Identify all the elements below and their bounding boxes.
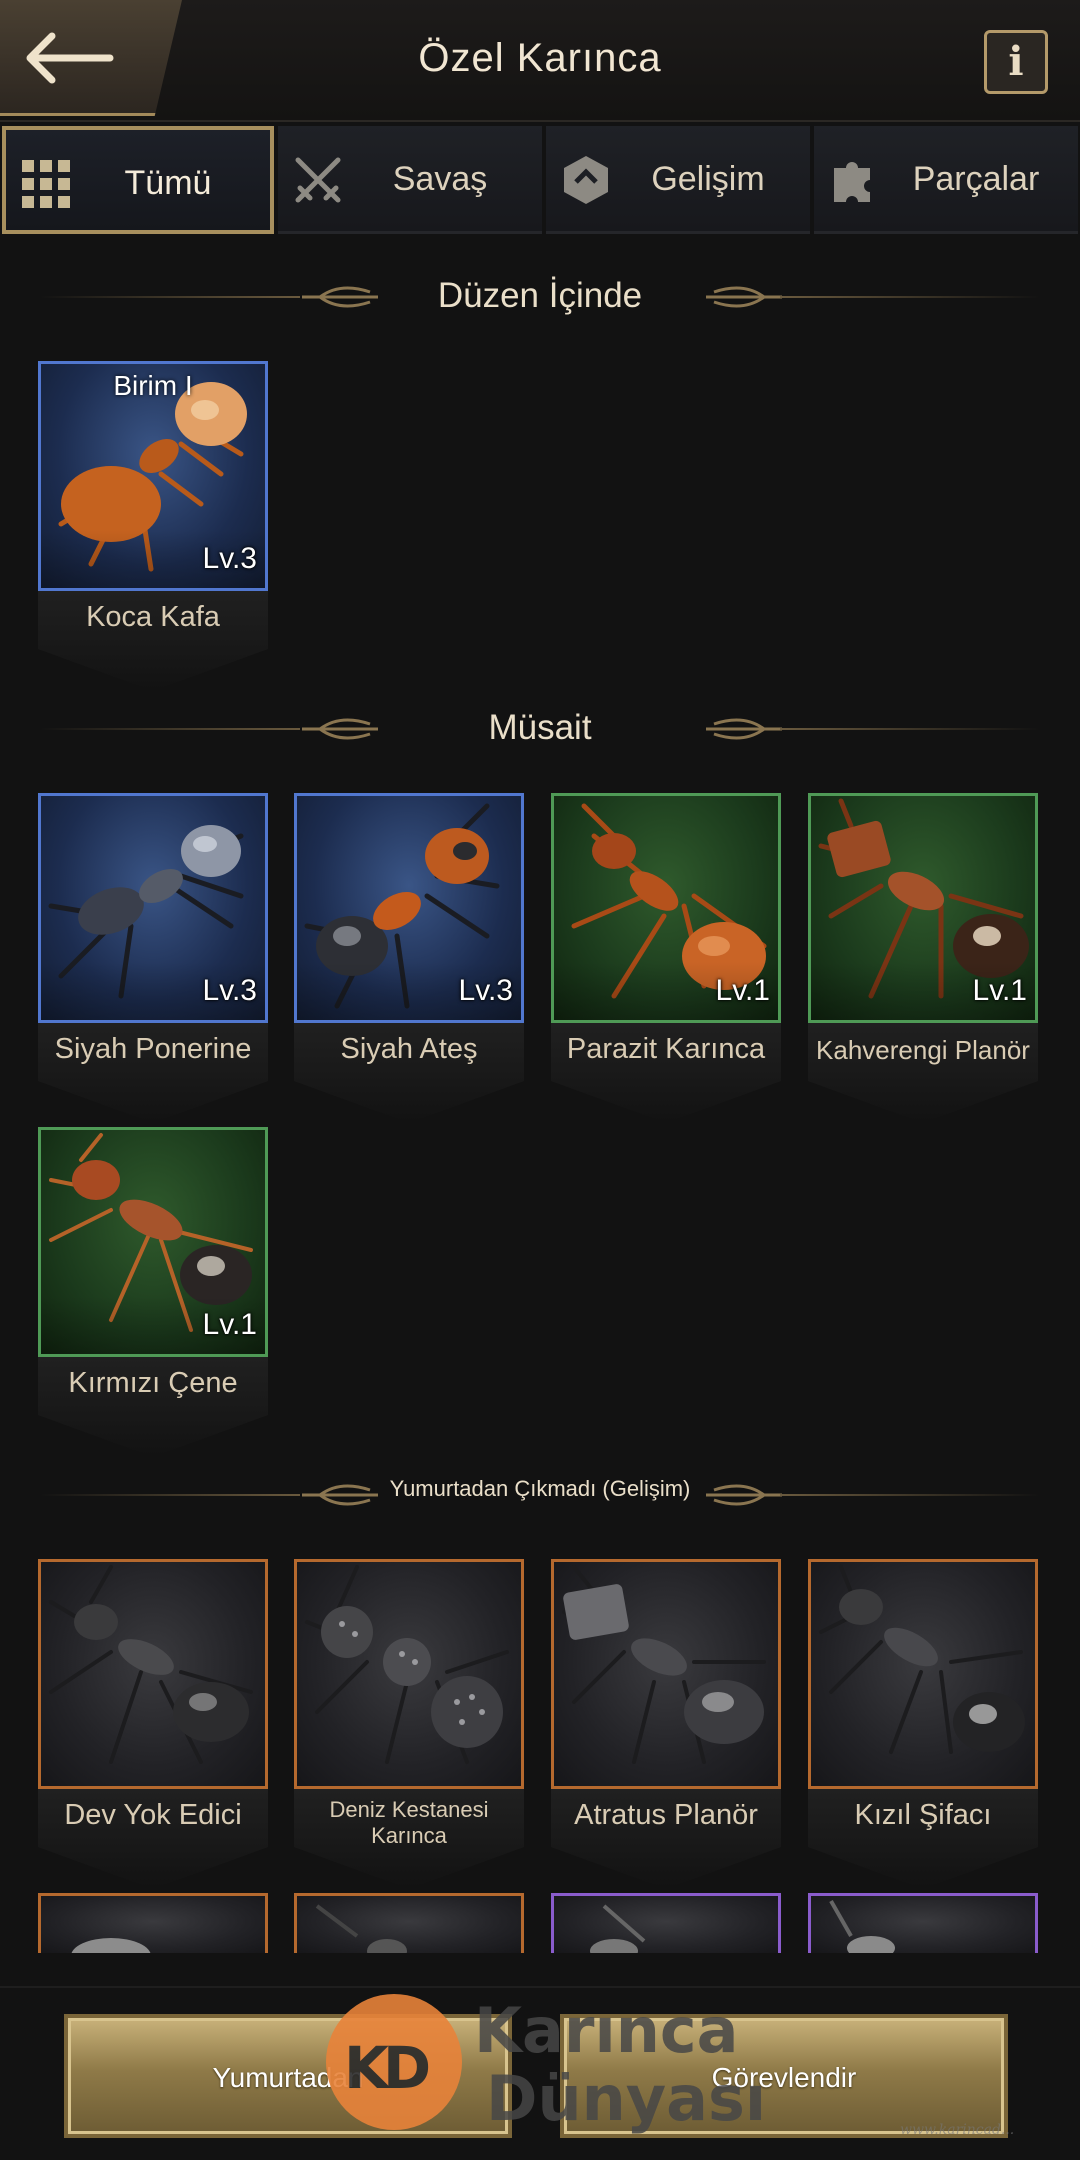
name-plate: Deniz Kestanesi Karınca (294, 1789, 524, 1889)
ant-name: Koca Kafa (86, 601, 220, 633)
ant-portrait: Lv.1 (808, 793, 1038, 1023)
name-plate: Kızıl Şifacı (808, 1789, 1038, 1889)
tab-development[interactable]: Gelişim (546, 126, 810, 234)
level-label: Lv.1 (715, 974, 770, 1007)
ant-portrait (38, 1893, 268, 1953)
ant-portrait: Lv.3 (294, 793, 524, 1023)
ant-card-koca-kafa[interactable]: Birim I Lv.3 Koca Kafa (38, 361, 268, 691)
watermark-url: www.karincad... (900, 2122, 1015, 2138)
ant-card-siyah-ponerine[interactable]: Lv.3 Siyah Ponerine (38, 793, 268, 1123)
ant-portrait (551, 1559, 781, 1789)
ant-card-partial[interactable] (808, 1893, 1038, 1953)
ant-image (49, 1565, 253, 1764)
name-plate: Atratus Planör (551, 1789, 781, 1889)
name-plate: Siyah Ponerine (38, 1023, 268, 1123)
ant-portrait (294, 1893, 524, 1953)
divider (780, 296, 1040, 298)
ant-card-siyah-ates[interactable]: Lv.3 Siyah Ateş (294, 793, 524, 1123)
leaf-ornament-icon (706, 286, 782, 308)
name-plate: Koca Kafa (38, 591, 268, 691)
ant-portrait: Lv.3 (38, 793, 268, 1023)
ant-card-kirmizi-cene[interactable]: Lv.1 Kırmızı Çene (38, 1127, 268, 1457)
ant-card-parazit-karinca[interactable]: Lv.1 Parazit Karınca (551, 793, 781, 1123)
tab-battle[interactable]: Savaş (278, 126, 542, 234)
level-label: Lv.1 (202, 1308, 257, 1341)
ant-portrait (808, 1559, 1038, 1789)
ant-name: Kırmızı Çene (68, 1367, 238, 1399)
ant-portrait (38, 1559, 268, 1789)
section-title: Yumurtadan Çıkmadı (Gelişim) (389, 1476, 691, 1501)
ant-card-partial[interactable] (38, 1893, 268, 1953)
divider (780, 1494, 1040, 1496)
level-label: Lv.3 (458, 974, 513, 1007)
puzzle-piece-icon (834, 162, 870, 202)
ant-image (590, 1904, 646, 1953)
tab-fragments[interactable]: Parçalar (814, 126, 1078, 234)
ant-name: Deniz Kestanesi Karınca (329, 1797, 489, 1848)
name-plate: Dev Yok Edici (38, 1789, 268, 1889)
name-plate: Siyah Ateş (294, 1023, 524, 1123)
ant-name: Parazit Karınca (566, 1033, 766, 1065)
ant-name: Dev Yok Edici (64, 1799, 242, 1831)
ant-card-kahverengi-planor[interactable]: Lv.1 Kahverengi Planör (808, 793, 1038, 1123)
ant-image (71, 1938, 151, 1953)
ant-card-atratus-planor[interactable]: Atratus Planör (551, 1559, 781, 1889)
name-plate: Kahverengi Planör (808, 1023, 1038, 1123)
ant-portrait (294, 1559, 524, 1789)
crossed-swords-icon (295, 157, 341, 203)
name-plate: Kırmızı Çene (38, 1357, 268, 1457)
tab-all[interactable]: Tümü (2, 126, 274, 234)
hexagon-arrow-icon (564, 156, 608, 204)
ant-image (562, 1565, 766, 1764)
ant-card-partial[interactable] (294, 1893, 524, 1953)
ant-name: Kızıl Şifacı (854, 1799, 992, 1831)
ant-name: Atratus Planör (574, 1799, 758, 1831)
leaf-ornament-icon (706, 1484, 782, 1506)
ant-portrait (808, 1893, 1038, 1953)
ant-image (305, 1565, 509, 1764)
tab-label: Gelişim (651, 160, 765, 198)
ant-name: Siyah Ateş (340, 1033, 478, 1065)
assign-button[interactable]: Görevlendir (560, 2014, 1008, 2138)
ant-card-partial[interactable] (551, 1893, 781, 1953)
ant-portrait (551, 1893, 781, 1953)
ant-portrait: Lv.1 (551, 793, 781, 1023)
ant-portrait: Lv.1 (38, 1127, 268, 1357)
page-title: Özel Karınca (418, 36, 662, 80)
button-label: Yumurtadan (212, 2062, 364, 2093)
level-label: Lv.3 (202, 974, 257, 1007)
ant-image (819, 1565, 1025, 1754)
ant-card-kizil-sifaci[interactable]: Kızıl Şifacı (808, 1559, 1038, 1889)
unit-label: Birim I (113, 370, 193, 401)
ant-portrait: Birim I Lv.3 (38, 361, 268, 591)
ant-card-dev-yok-edici[interactable]: Dev Yok Edici (38, 1559, 268, 1889)
ant-image (829, 1900, 895, 1953)
info-button[interactable]: i (984, 30, 1048, 94)
tab-label: Tümü (124, 164, 212, 202)
tab-label: Savaş (392, 160, 488, 198)
leaf-ornament-icon (706, 718, 782, 740)
hatch-button[interactable]: Yumurtadan (64, 2014, 512, 2138)
level-label: Lv.1 (972, 974, 1027, 1007)
ant-name: Kahverengi Planör (816, 1035, 1030, 1065)
grid-icon (22, 160, 70, 208)
level-label: Lv.3 (202, 542, 257, 575)
tab-label: Parçalar (912, 160, 1040, 198)
divider (780, 728, 1040, 730)
name-plate: Parazit Karınca (551, 1023, 781, 1123)
ant-card-deniz-kestanesi-karinca[interactable]: Deniz Kestanesi Karınca (294, 1559, 524, 1889)
ant-name: Siyah Ponerine (54, 1033, 252, 1065)
button-label: Görevlendir (711, 2062, 857, 2093)
ant-image (315, 1904, 407, 1953)
filter-tabs: Tümü Savaş Gelişim Parçalar (0, 126, 1080, 236)
top-bar: Özel Karınca i (0, 0, 1080, 122)
